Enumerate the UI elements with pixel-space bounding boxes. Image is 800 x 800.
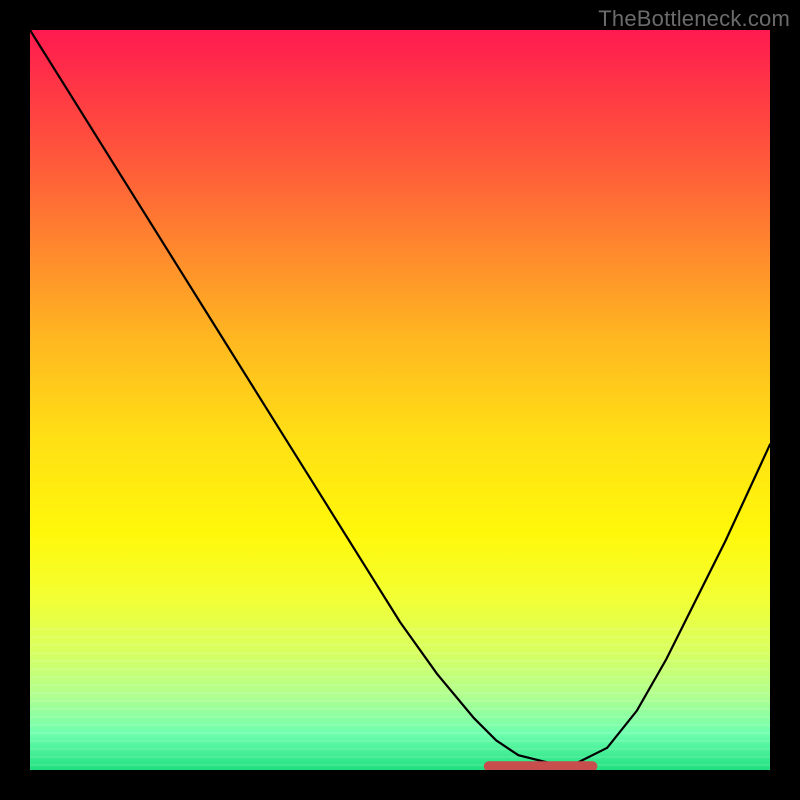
bottleneck-curve	[30, 30, 770, 763]
watermark-text: TheBottleneck.com	[598, 6, 790, 32]
chart-svg	[30, 30, 770, 770]
gradient-banding	[30, 622, 770, 770]
plot-area	[30, 30, 770, 770]
chart-container: TheBottleneck.com	[0, 0, 800, 800]
